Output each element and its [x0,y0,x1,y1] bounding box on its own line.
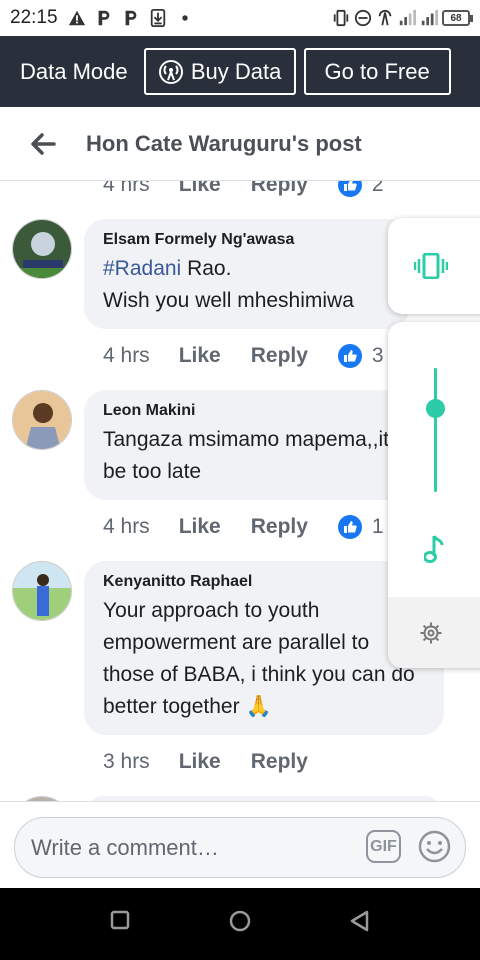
like-button[interactable]: Like [179,750,221,774]
music-note-icon[interactable] [424,534,446,564]
go-to-free-button[interactable]: Go to Free [303,48,451,95]
vibrate-icon [414,253,448,279]
sound-settings-button[interactable] [388,597,480,668]
like-reaction-icon [337,515,362,539]
comment-time: 4 hrs [103,344,150,367]
like-button[interactable]: Like [179,181,221,197]
comment-text: Your approach to youth empowerment are p… [103,595,424,723]
post-header: Hon Cate Waruguru's post [0,107,480,181]
comment-text-part: Rao. [181,257,232,280]
battery-level: 68 [450,12,462,24]
dnd-icon [354,9,372,27]
home-circle-icon[interactable] [229,910,251,932]
comment-text-part: Wish you well mheshimiwa [103,289,354,312]
gear-icon [420,622,442,643]
like-button[interactable]: Like [179,344,221,368]
volume-panel [388,322,480,668]
comment-actions: 4 hrs Like Reply 1 [103,515,384,539]
comment-time: 4 hrs [103,515,150,538]
data-mode-label: Data Mode [20,58,128,84]
hotspot-icon [378,9,392,26]
vibrate-icon [333,9,349,27]
comment-composer: Write a comment… [0,801,480,888]
p-notification-icon [125,10,136,26]
reply-button[interactable]: Reply [251,515,308,539]
reply-button[interactable]: Reply [251,750,308,774]
comment-text: #Radani Rao. Wish you well mheshimiwa [103,253,390,317]
avatar[interactable] [12,219,72,279]
broadcast-icon [158,59,183,84]
comment-actions: 3 hrs Like Reply [103,750,338,774]
recents-square-icon[interactable] [110,910,130,930]
comment-actions: 4 hrs Like Reply 2 [103,181,384,197]
signal-icon [421,9,438,26]
emoji-icon[interactable] [418,830,451,863]
like-button[interactable]: Like [179,515,221,539]
comment-time: 3 hrs [103,750,150,773]
like-reaction-icon [337,344,362,368]
back-triangle-icon[interactable] [349,910,371,932]
like-reaction-icon [337,181,362,197]
signal-icon [399,9,416,26]
avatar[interactable] [12,561,72,621]
battery-icon: 68 [442,10,473,26]
comment-author[interactable]: Kenyanitto Raphael [103,573,424,591]
gif-button[interactable]: GIF [366,830,401,863]
comment-author[interactable]: Leon Makini [103,402,424,420]
comment-actions: 4 hrs Like Reply 3 [103,344,384,368]
volume-slider-thumb[interactable] [426,399,445,418]
status-bar: 22:15 68 [0,0,480,36]
vibrate-toggle[interactable] [388,218,480,314]
p-notification-icon [98,10,109,26]
reaction-count[interactable]: 2 [372,181,384,197]
dot-icon [181,15,188,21]
page-title: Hon Cate Waruguru's post [86,130,362,156]
reaction-count[interactable]: 3 [372,344,384,368]
avatar[interactable] [12,390,72,450]
comment-text: Tangaza msimamo mapema,,it will be too l… [103,428,424,483]
warning-icon [68,10,85,26]
go-to-free-label: Go to Free [324,58,430,84]
hashtag-link[interactable]: #Radani [103,257,181,280]
back-arrow-icon [31,132,56,155]
reaction-count[interactable]: 1 [372,515,384,539]
comment-bubble[interactable]: Elsam Formely Ng'awasa #Radani Rao. Wish… [84,219,410,329]
buy-data-button[interactable]: Buy Data [143,48,296,95]
system-nav-bar [0,888,480,960]
download-icon [150,9,165,27]
buy-data-label: Buy Data [190,58,282,84]
comment-author[interactable]: Elsam Formely Ng'awasa [103,231,390,249]
data-mode-bar: Data Mode Buy Data Go to Free [0,36,480,107]
reply-button[interactable]: Reply [251,344,308,368]
back-button[interactable] [0,107,86,181]
status-time: 22:15 [10,7,58,28]
volume-slider-track[interactable] [434,368,437,492]
comment-input-placeholder: Write a comment… [31,834,219,860]
gif-label: GIF [370,837,397,855]
reply-button[interactable]: Reply [251,181,308,197]
folded-hands-emoji: 🙏 [245,695,272,718]
comment-time: 4 hrs [103,181,150,196]
